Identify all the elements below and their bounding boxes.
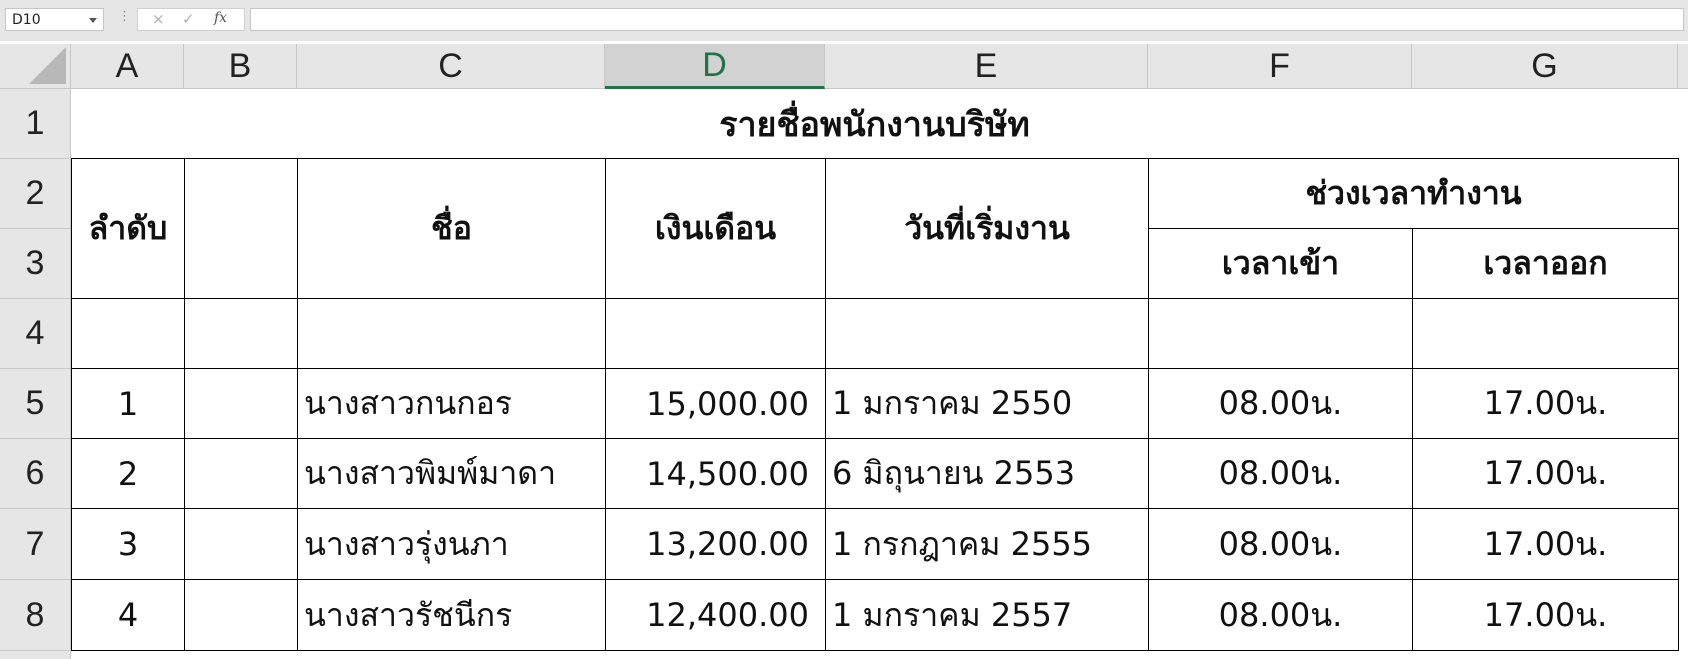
cell-start-date[interactable]: 1 มกราคม 2557 bbox=[826, 580, 1148, 650]
cell-start-date[interactable]: 1 กรกฎาคม 2555 bbox=[826, 509, 1148, 579]
cell-time-in[interactable]: 08.00น. bbox=[1149, 369, 1412, 438]
select-all-icon bbox=[29, 47, 66, 84]
column-header-g[interactable]: G bbox=[1412, 44, 1678, 89]
cell-seq[interactable]: 4 bbox=[72, 580, 184, 650]
cell-start-date[interactable]: 1 มกราคม 2550 bbox=[826, 369, 1148, 438]
cell-blank[interactable] bbox=[185, 439, 297, 508]
enter-icon[interactable]: ✓ bbox=[182, 10, 195, 28]
cell-time-out[interactable]: 17.00น. bbox=[1413, 369, 1678, 438]
cell-blank[interactable] bbox=[185, 509, 297, 579]
column-header-d[interactable]: D bbox=[605, 44, 825, 89]
cell-name[interactable]: นางสาวรุ่งนภา bbox=[298, 509, 605, 579]
cell-blank[interactable] bbox=[185, 369, 297, 438]
row-header-2[interactable]: 2 bbox=[0, 159, 71, 229]
cell-start-date[interactable]: 6 มิถุนายน 2553 bbox=[826, 439, 1148, 508]
column-header-overflow bbox=[1678, 44, 1688, 89]
formula-bar: D10 ⋮ × ✓ fx bbox=[0, 0, 1688, 41]
cell-name[interactable]: นางสาวกนกอร bbox=[298, 369, 605, 438]
header-name[interactable]: ชื่อ bbox=[298, 159, 605, 298]
row-header-1[interactable]: 1 bbox=[0, 89, 71, 159]
row-header-overflow bbox=[0, 651, 71, 659]
column-header-f[interactable]: F bbox=[1148, 44, 1412, 89]
cell-time-out[interactable]: 17.00น. bbox=[1413, 580, 1678, 650]
cancel-icon[interactable]: × bbox=[152, 10, 165, 28]
column-header-c[interactable]: C bbox=[297, 44, 605, 89]
formula-buttons: × ✓ fx bbox=[137, 8, 245, 31]
formula-input[interactable] bbox=[250, 8, 1684, 31]
column-header-b[interactable]: B bbox=[184, 44, 297, 89]
select-all-button[interactable] bbox=[0, 44, 71, 89]
cell-seq[interactable]: 3 bbox=[72, 509, 184, 579]
column-header-e[interactable]: E bbox=[825, 44, 1148, 89]
header-start-date[interactable]: วันที่เริ่มงาน bbox=[826, 159, 1148, 298]
cell-salary[interactable]: 12,400.00 bbox=[606, 580, 825, 650]
name-box-value: D10 bbox=[12, 12, 41, 28]
insert-function-icon[interactable]: fx bbox=[214, 10, 227, 26]
cell-seq[interactable]: 2 bbox=[72, 439, 184, 508]
header-blank-b[interactable] bbox=[185, 159, 297, 298]
cell-name[interactable]: นางสาวรัชนีกร bbox=[298, 580, 605, 650]
empty-row-4[interactable] bbox=[72, 299, 1678, 368]
header-working-hours[interactable]: ช่วงเวลาทำงาน bbox=[1149, 159, 1678, 228]
row-header-7[interactable]: 7 bbox=[0, 509, 71, 580]
cell-time-out[interactable]: 17.00น. bbox=[1413, 439, 1678, 508]
drag-handle-icon[interactable]: ⋮ bbox=[118, 9, 131, 24]
row-header-3[interactable]: 3 bbox=[0, 229, 71, 299]
cell-time-in[interactable]: 08.00น. bbox=[1149, 580, 1412, 650]
cell-salary[interactable]: 13,200.00 bbox=[606, 509, 825, 579]
cell-salary[interactable]: 15,000.00 bbox=[606, 369, 825, 438]
cell-time-in[interactable]: 08.00น. bbox=[1149, 509, 1412, 579]
chevron-down-icon[interactable] bbox=[89, 18, 97, 23]
cell-salary[interactable]: 14,500.00 bbox=[606, 439, 825, 508]
header-seq[interactable]: ลำดับ bbox=[72, 159, 184, 298]
row-header-6[interactable]: 6 bbox=[0, 439, 71, 509]
header-time-in[interactable]: เวลาเข้า bbox=[1149, 229, 1412, 298]
sheet-title[interactable]: รายชื่อพนักงานบริษัท bbox=[71, 89, 1678, 158]
column-header-a[interactable]: A bbox=[71, 44, 184, 89]
cell-time-out[interactable]: 17.00น. bbox=[1413, 509, 1678, 579]
header-time-out[interactable]: เวลาออก bbox=[1413, 229, 1678, 298]
row-header-8[interactable]: 8 bbox=[0, 580, 71, 651]
cell-name[interactable]: นางสาวพิมพ์มาดา bbox=[298, 439, 605, 508]
header-salary[interactable]: เงินเดือน bbox=[606, 159, 825, 298]
cell-time-in[interactable]: 08.00น. bbox=[1149, 439, 1412, 508]
row-header-5[interactable]: 5 bbox=[0, 369, 71, 439]
cell-blank[interactable] bbox=[185, 580, 297, 650]
cell-seq[interactable]: 1 bbox=[72, 369, 184, 438]
row-header-4[interactable]: 4 bbox=[0, 299, 71, 369]
name-box[interactable]: D10 bbox=[5, 8, 104, 31]
